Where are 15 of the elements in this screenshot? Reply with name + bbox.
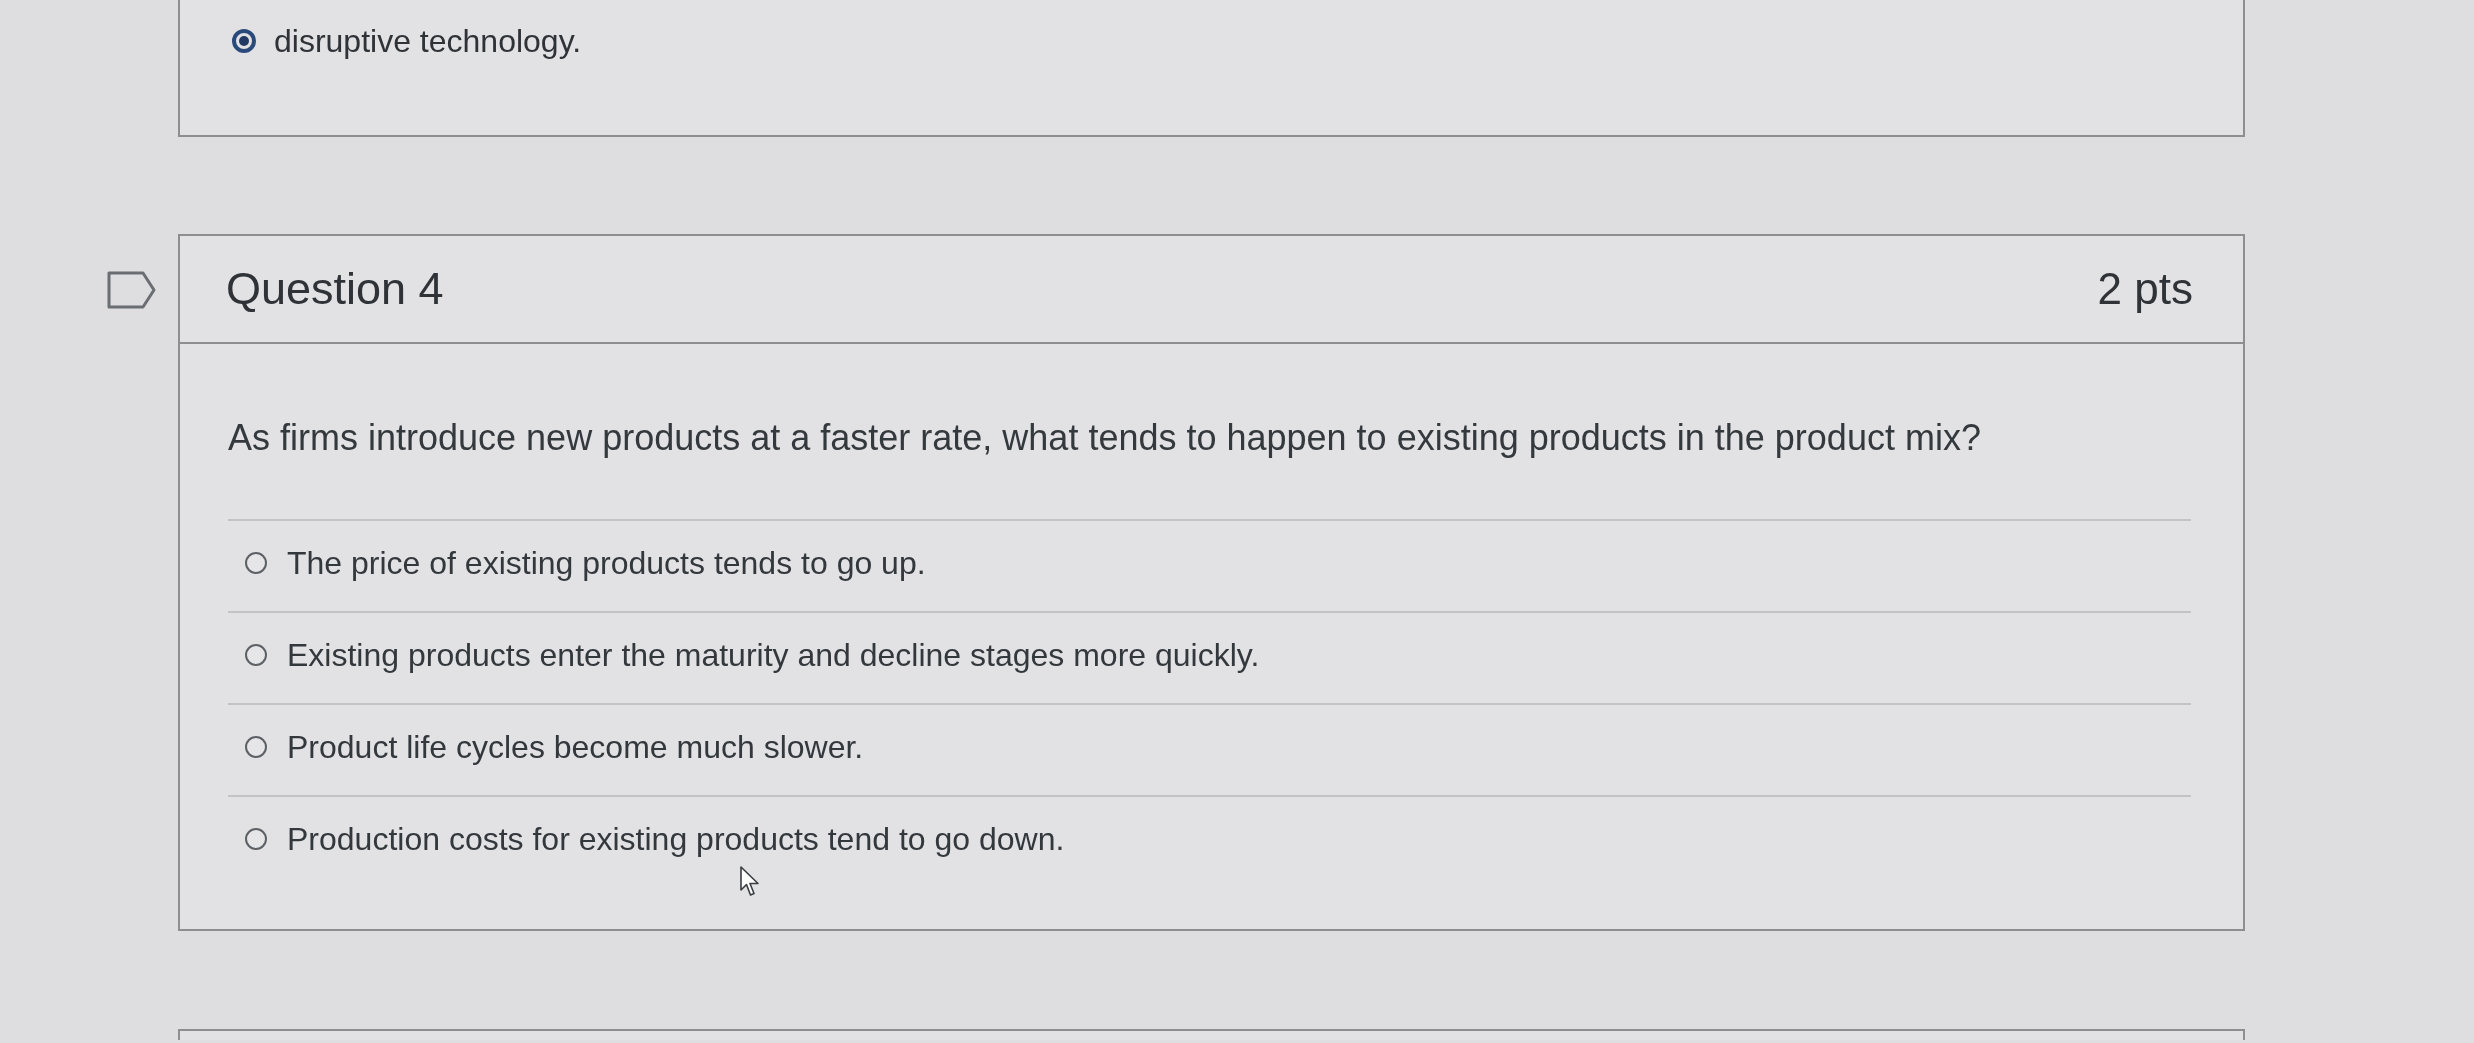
answer-label[interactable]: The price of existing products tends to go up.	[287, 544, 926, 582]
radio-button[interactable]	[245, 644, 267, 666]
cursor-icon	[740, 866, 760, 897]
answer-label[interactable]: disruptive technology.	[274, 22, 582, 60]
points-label: 2 pts	[2097, 263, 2193, 315]
radio-button[interactable]	[245, 552, 267, 574]
radio-button[interactable]	[232, 29, 256, 53]
answer-label[interactable]: Product life cycles become much slower.	[287, 728, 864, 766]
question-prompt: As firms introduce new products at a faster rate, what tends to happen to existing products in the product mix?	[228, 416, 1982, 460]
radio-button[interactable]	[245, 736, 267, 758]
answer-label[interactable]: Existing products enter the maturity and decline stages more quickly.	[287, 636, 1260, 674]
flag-icon[interactable]	[107, 270, 157, 310]
question-title: Question 4	[226, 263, 444, 315]
answer-label[interactable]: Production costs for existing products tend to go down.	[287, 820, 1065, 858]
radio-button[interactable]	[245, 828, 267, 850]
